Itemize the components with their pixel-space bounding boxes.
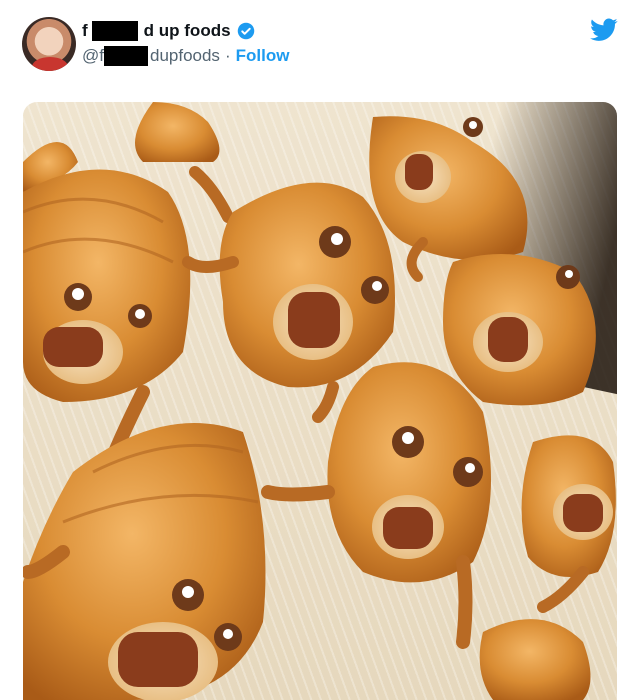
display-name-suffix: d up foods <box>143 21 231 40</box>
redaction-bar <box>103 46 148 66</box>
twitter-bird-icon[interactable] <box>590 18 618 42</box>
bread-creature-8 <box>521 435 616 613</box>
bread-creature-6 <box>443 254 596 406</box>
redaction-bar <box>91 21 138 41</box>
follow-link[interactable]: Follow <box>236 46 290 66</box>
separator-dot: · <box>224 46 231 65</box>
tweet-header: f d up foods @f dupfoods · Follow <box>0 0 640 100</box>
avatar[interactable] <box>22 17 76 71</box>
bread-creatures-illustration <box>23 102 616 700</box>
verified-badge-icon <box>237 22 254 40</box>
tweet-image[interactable] <box>23 102 617 700</box>
bread-creature-9 <box>23 423 266 700</box>
handle-prefix: @f <box>82 46 104 65</box>
bread-creature-10 <box>479 619 591 700</box>
bread-creature-7 <box>261 362 491 649</box>
display-name-prefix: f <box>82 21 88 40</box>
bread-creature-3 <box>369 116 528 282</box>
handle-suffix: dupfoods <box>149 46 220 65</box>
handle-row: @f dupfoods · Follow <box>82 45 289 67</box>
avatar-shirt <box>32 57 68 71</box>
display-name[interactable]: f d up foods <box>82 20 255 42</box>
